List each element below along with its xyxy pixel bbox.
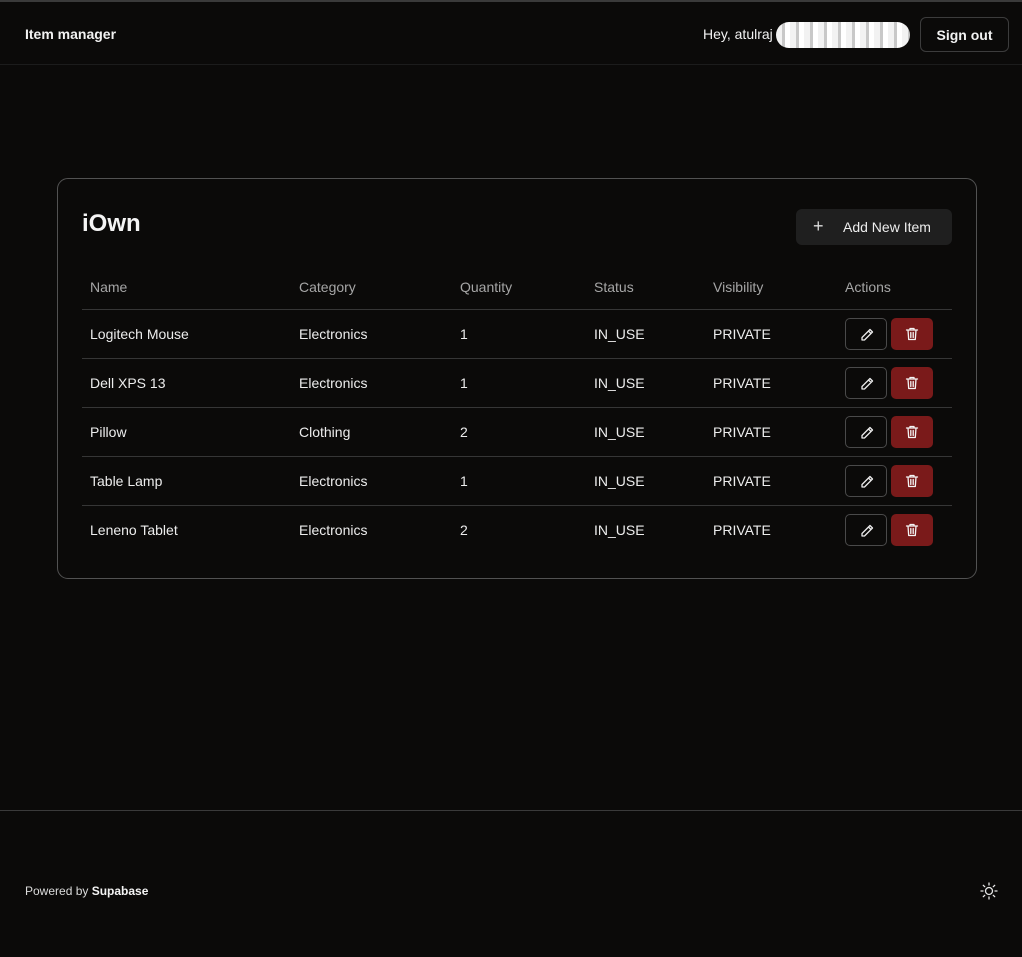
cell-category: Electronics [291,309,452,359]
cell-actions [837,456,952,506]
cell-quantity: 2 [460,521,468,538]
cell-quantity: 1 [452,358,586,408]
items-card: iOwn + Add New Item Name Category Quanti… [57,178,977,579]
cell-visibility: PRIVATE [705,407,837,457]
theme-toggle-button[interactable] [978,880,1000,902]
cell-status: IN_USE [586,407,705,457]
cell-status: IN_USE [586,456,705,506]
pencil-icon [861,377,874,390]
powered-by-text: Powered by Supabase [25,884,148,898]
trash-icon [905,474,919,487]
cell-actions [837,309,952,359]
cell-quantity: 1 [452,456,586,506]
app-brand: Item manager [25,26,117,42]
cell-status: IN_USE [586,358,705,408]
delete-button[interactable] [891,513,933,546]
column-header-status: Status [586,265,705,310]
pencil-icon [861,475,874,488]
cell-name: Logitech Mouse [82,309,291,359]
cell-visibility: PRIVATE [705,309,837,359]
app-header: Item manager Hey, atulraj Sign out [0,2,1022,65]
supabase-link[interactable]: Supabase [92,884,149,898]
column-header-visibility: Visibility [705,265,837,310]
table-row: Leneno Tablet Electronics 2 IN_USE PRIVA… [82,505,952,554]
cell-name: Table Lamp [82,456,291,506]
column-header-actions: Actions [837,265,952,310]
plus-icon: + [813,216,824,236]
cell-category: Electronics [299,521,368,538]
cell-quantity: 2 [452,407,586,457]
cell-actions [837,358,952,408]
trash-icon [905,523,919,536]
add-new-item-label: Add New Item [843,219,931,235]
trash-icon [905,327,919,340]
table-row: Dell XPS 13 Electronics 1 IN_USE PRIVATE [82,358,952,408]
pencil-icon [861,426,874,439]
cell-actions [837,505,952,554]
delete-button[interactable] [891,366,933,399]
edit-button[interactable] [845,513,887,546]
items-table: Name Category Quantity Status Visibility… [82,265,952,554]
table-row: Logitech Mouse Electronics 1 IN_USE PRIV… [82,309,952,359]
sun-icon [980,882,998,900]
cell-visibility: PRIVATE [705,456,837,506]
delete-button[interactable] [891,317,933,350]
cell-actions [837,407,952,457]
edit-button[interactable] [845,464,887,497]
cell-visibility: PRIVATE [705,358,837,408]
cell-visibility: PRIVATE [713,521,771,538]
cell-quantity: 1 [452,309,586,359]
table-row: Pillow Clothing 2 IN_USE PRIVATE [82,407,952,457]
powered-by-prefix: Powered by [25,884,89,898]
cell-name: Leneno Tablet [90,521,178,538]
sign-out-button[interactable]: Sign out [920,17,1009,52]
cell-category: Electronics [291,358,452,408]
delete-button[interactable] [891,415,933,448]
cell-category: Electronics [291,456,452,506]
app-footer: Powered by Supabase [0,810,1022,957]
cell-name: Pillow [82,407,291,457]
add-new-item-button[interactable]: + Add New Item [796,209,952,245]
pencil-icon [861,328,874,341]
cell-name: Dell XPS 13 [82,358,291,408]
card-title: iOwn [82,210,141,237]
edit-button[interactable] [845,317,887,350]
cell-category: Clothing [291,407,452,457]
trash-icon [905,425,919,438]
cell-status: IN_USE [586,309,705,359]
table-header-row: Name Category Quantity Status Visibility… [82,265,952,310]
delete-button[interactable] [891,464,933,497]
column-header-category: Category [291,265,452,310]
pencil-icon [861,524,874,537]
column-header-name: Name [82,265,291,310]
cell-status: IN_USE [594,521,645,538]
redacted-email [776,22,910,48]
table-row: Table Lamp Electronics 1 IN_USE PRIVATE [82,456,952,506]
column-header-quantity: Quantity [452,265,586,310]
user-greeting: Hey, atulraj [703,26,773,42]
edit-button[interactable] [845,366,887,399]
edit-button[interactable] [845,415,887,448]
trash-icon [905,376,919,389]
